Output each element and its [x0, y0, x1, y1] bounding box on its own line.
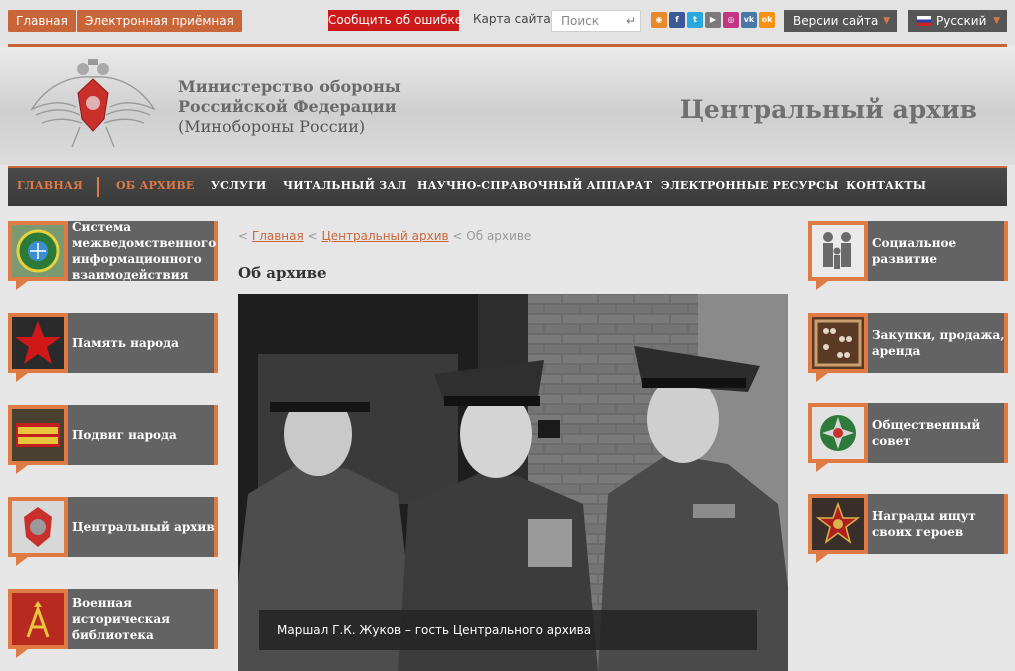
social-links: ◉ f t ▶ ◎ vk ok [651, 12, 775, 28]
home-link-button[interactable]: Главная [8, 10, 76, 32]
tile-thumb [8, 221, 68, 281]
instagram-icon[interactable]: ◎ [723, 12, 739, 28]
nav-electronic-resources[interactable]: ЭЛЕКТРОННЫЕ РЕСУРСЫ [661, 179, 839, 192]
facebook-icon[interactable]: f [669, 12, 685, 28]
tile-thumb [8, 313, 68, 373]
electronic-reception-button[interactable]: Электронная приёмная [77, 10, 242, 32]
tile-label: Закупки, продажа, аренда [872, 328, 1005, 358]
tile-procurement[interactable]: Закупки, продажа, аренда [808, 313, 1008, 382]
council-emblem-icon [812, 407, 864, 459]
chevron-down-icon: ▼ [993, 16, 1000, 26]
tile-smev[interactable]: Система межведомственного информационног… [8, 220, 218, 290]
breadcrumb-current: Об архиве [466, 229, 532, 243]
breadcrumb-separator: < [452, 229, 463, 243]
search-input[interactable]: Поиск ↵ [551, 10, 641, 32]
tile-pointer [16, 649, 28, 658]
tile-label: Общественный совет [872, 418, 981, 448]
breadcrumb-separator: < [238, 229, 249, 243]
site-header: Министерство обороны Российской Федераци… [0, 47, 1015, 165]
tile-label: Центральный архив [72, 520, 215, 534]
nav-about-archive[interactable]: ОБ АРХИВЕ [116, 179, 194, 192]
photo-caption: Маршал Г.К. Жуков – гость Центрального а… [259, 610, 757, 650]
nav-separator [97, 177, 99, 197]
odnoklassniki-icon[interactable]: ok [759, 12, 775, 28]
top-bar: Главная Электронная приёмная Сообщить об… [0, 0, 1015, 44]
enter-icon[interactable]: ↵ [626, 11, 636, 31]
tile-label: Подвиг народа [72, 428, 177, 442]
rss-icon[interactable]: ◉ [651, 12, 667, 28]
nav-home[interactable]: ГЛАВНАЯ [17, 179, 83, 192]
language-label: Русский [936, 14, 987, 28]
language-dropdown[interactable]: Русский ▼ [908, 10, 1007, 32]
tile-pamyat-naroda[interactable]: Память народа [8, 313, 218, 382]
tile-thumb [8, 589, 68, 649]
tile-label: Социальное развитие [872, 236, 957, 266]
tile-social-development[interactable]: Социальное развитие [808, 221, 1008, 290]
russian-flag-icon [917, 16, 931, 26]
archive-emblem-icon [12, 501, 64, 553]
site-title: Центральный архив [679, 95, 977, 124]
tile-central-archive[interactable]: Центральный архив [8, 497, 218, 566]
chevron-down-icon: ▼ [883, 16, 890, 26]
breadcrumb: < Главная < Центральный архив < Об архив… [238, 229, 531, 243]
breadcrumb-separator: < [307, 229, 318, 243]
red-star-icon [12, 317, 64, 369]
main-photo: Маршал Г.К. Жуков – гость Центрального а… [238, 294, 788, 671]
youtube-icon[interactable]: ▶ [705, 12, 721, 28]
main-navigation: ГЛАВНАЯ ОБ АРХИВЕ УСЛУГИ ЧИТАЛЬНЫЙ ЗАЛ Н… [8, 166, 1007, 206]
ministry-line-1: Министерство обороны [178, 77, 401, 96]
tile-pointer [816, 373, 828, 382]
breadcrumb-archive[interactable]: Центральный архив [321, 229, 448, 243]
nav-reference-apparatus[interactable]: НАУЧНО-СПРАВОЧНЫЙ АППАРАТ [417, 179, 652, 192]
site-versions-dropdown[interactable]: Версии сайта ▼ [784, 10, 897, 32]
abacus-icon [812, 317, 864, 369]
tile-thumb [808, 494, 868, 554]
tile-pointer [16, 373, 28, 382]
tile-thumb [8, 497, 68, 557]
nav-contacts[interactable]: КОНТАКТЫ [846, 179, 926, 192]
globe-emblem-icon [12, 225, 64, 277]
report-error-button[interactable]: Сообщить об ошибке [328, 10, 462, 31]
tile-label: Система межведомственного информационног… [72, 220, 217, 282]
podvig-naroda-logo-icon [12, 409, 64, 461]
breadcrumb-home[interactable]: Главная [252, 229, 304, 243]
tile-label: Память народа [72, 336, 179, 350]
tile-pointer [816, 281, 828, 290]
double-headed-eagle-emblem-icon[interactable] [28, 57, 158, 153]
tile-pointer [816, 463, 828, 472]
tile-pointer [816, 554, 828, 563]
tile-military-library[interactable]: Военная историческая библиотека [8, 589, 218, 658]
tile-label: Награды ищут своих героев [872, 509, 976, 539]
tile-label: Военная историческая библиотека [72, 596, 170, 642]
ministry-line-3: (Минобороны России) [178, 117, 366, 136]
nav-reading-room[interactable]: ЧИТАЛЬНЫЙ ЗАЛ [283, 179, 406, 192]
tile-thumb [808, 221, 868, 281]
tile-awards-heroes[interactable]: Награды ищут своих героев [808, 494, 1008, 563]
tile-thumb [8, 405, 68, 465]
vk-icon[interactable]: vk [741, 12, 757, 28]
library-monogram-icon [12, 593, 64, 645]
search-placeholder: Поиск [561, 14, 600, 28]
tile-podvig-naroda[interactable]: Подвиг народа [8, 405, 218, 474]
tile-pointer [16, 465, 28, 474]
order-medal-icon [812, 498, 864, 550]
twitter-icon[interactable]: t [687, 12, 703, 28]
ministry-line-2: Российской Федерации [178, 97, 397, 116]
ministry-name: Министерство обороны Российской Федераци… [178, 77, 401, 137]
tile-thumb [808, 403, 868, 463]
nav-services[interactable]: УСЛУГИ [211, 179, 267, 192]
tile-public-council[interactable]: Общественный совет [808, 403, 1008, 472]
tile-pointer [16, 281, 28, 290]
sitemap-link[interactable]: Карта сайта [473, 12, 551, 26]
site-versions-label: Версии сайта [793, 14, 879, 28]
tile-pointer [16, 557, 28, 566]
family-icon [812, 225, 864, 277]
page-title: Об архиве [238, 264, 327, 282]
tile-thumb [808, 313, 868, 373]
